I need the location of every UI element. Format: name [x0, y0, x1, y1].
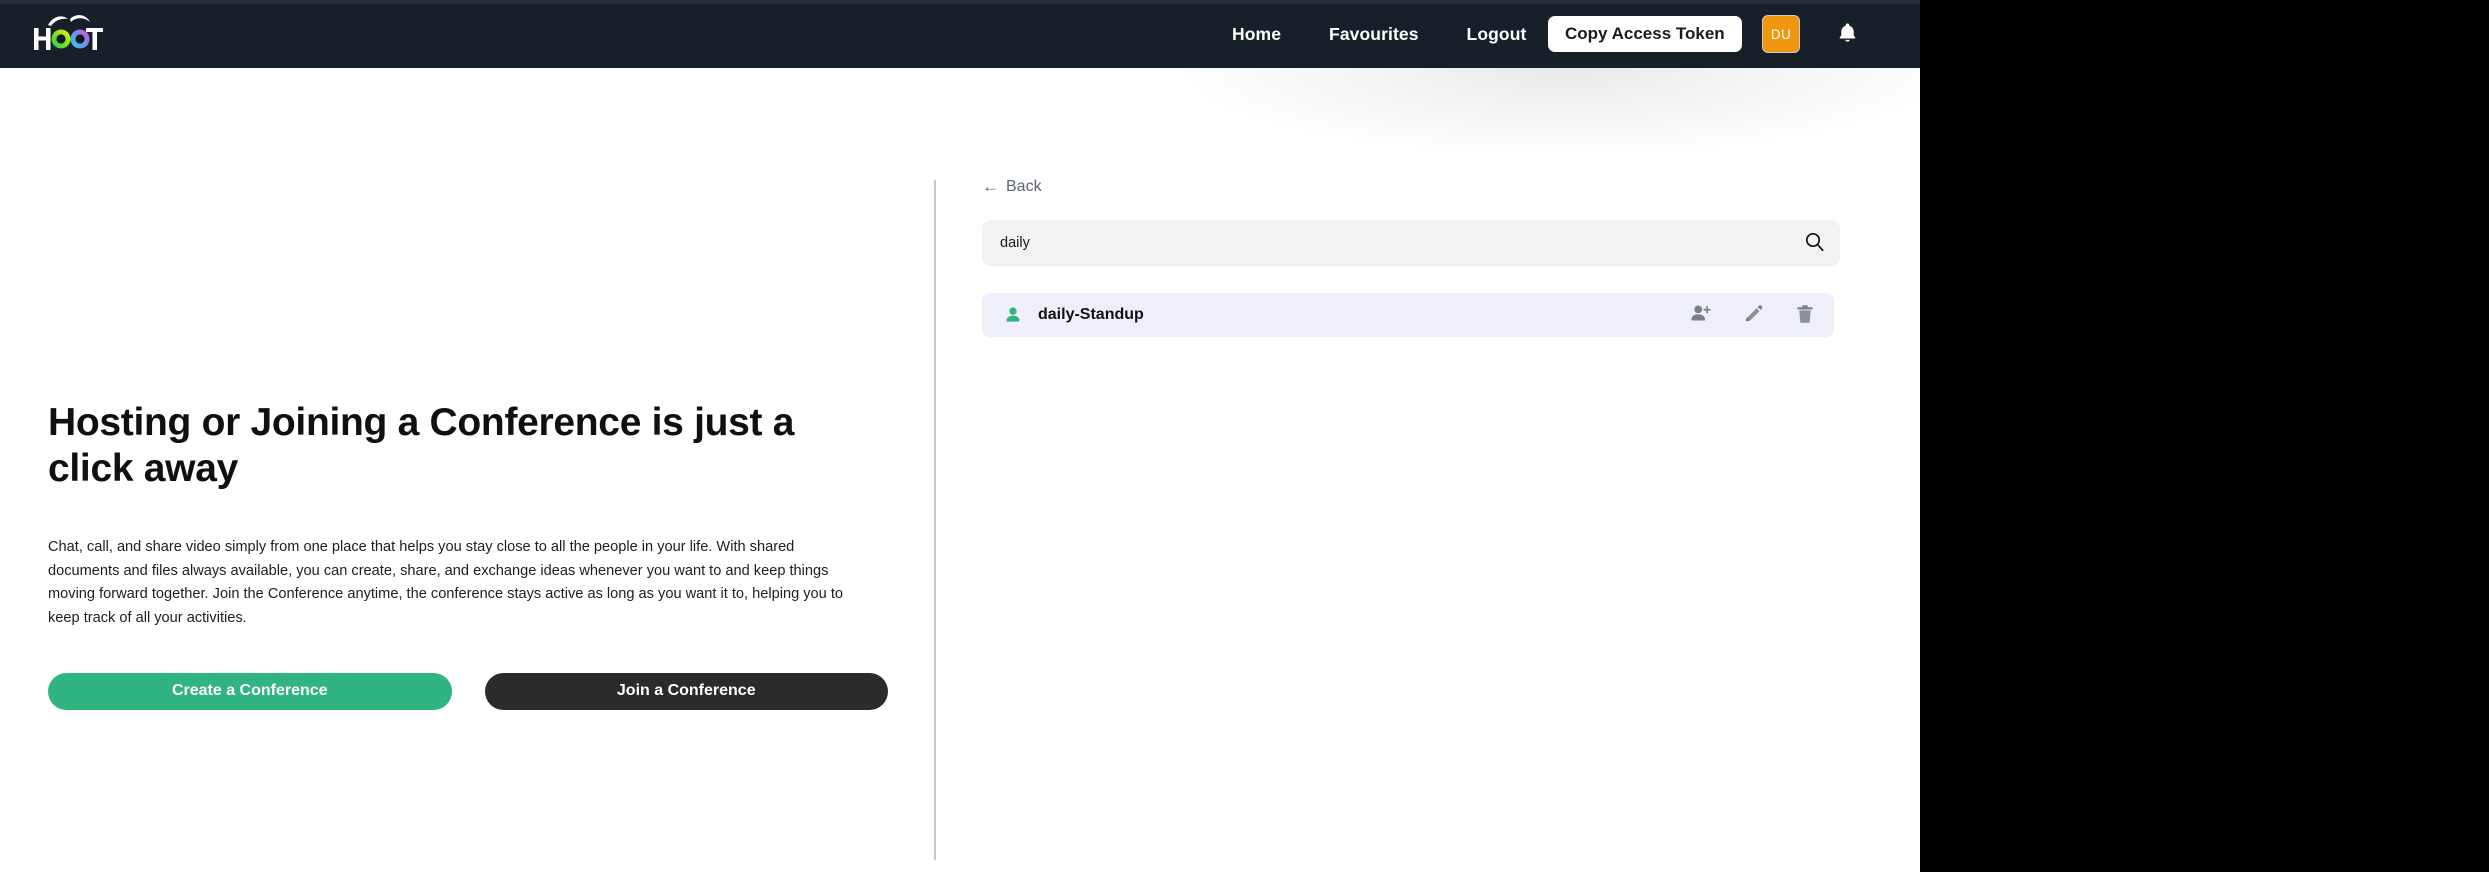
pencil-icon	[1743, 304, 1763, 327]
join-conference-button[interactable]: Join a Conference	[484, 672, 888, 710]
back-button-label: Back	[1006, 177, 1042, 195]
bell-icon	[1838, 22, 1857, 46]
conference-result-list: daily-Standup	[982, 293, 1862, 337]
hero-section: Hosting or Joining a Conference is just …	[48, 400, 888, 710]
search-bar	[982, 220, 1840, 266]
copy-access-token-button[interactable]: Copy Access Token	[1548, 16, 1742, 52]
vertical-divider	[934, 180, 936, 860]
create-conference-button[interactable]: Create a Conference	[48, 672, 452, 710]
add-participant-button[interactable]	[1690, 304, 1712, 326]
conference-search-panel: ← Back daily daily-Standup	[982, 178, 1862, 337]
search-button[interactable]	[1801, 230, 1827, 256]
search-icon	[1805, 232, 1824, 254]
hero-actions: Create a Conference Join a Conference	[48, 672, 888, 710]
hero-description: Chat, call, and share video simply from …	[48, 539, 844, 626]
avatar[interactable]: DU	[1762, 15, 1800, 53]
navbar-top-strip	[0, 0, 1920, 4]
delete-conference-button[interactable]	[1794, 304, 1816, 326]
arrow-left-icon: ←	[982, 177, 999, 196]
app-page: Home Favourites Logout Copy Access Token…	[0, 0, 1920, 872]
list-item-actions	[1690, 304, 1816, 326]
hoot-logo[interactable]	[26, 9, 104, 57]
top-navbar: Home Favourites Logout Copy Access Token…	[0, 0, 1920, 68]
page-title: Hosting or Joining a Conference is just …	[48, 401, 795, 491]
nav-link-favourites[interactable]: Favourites	[1329, 24, 1419, 45]
notification-bell-button[interactable]	[1833, 20, 1861, 48]
back-button[interactable]: ← Back	[982, 178, 1042, 195]
nav-link-logout[interactable]: Logout	[1467, 24, 1527, 45]
list-item[interactable]: daily-Standup	[982, 293, 1834, 337]
navbar-links: Home Favourites Logout	[1232, 0, 1526, 68]
edit-conference-button[interactable]	[1742, 304, 1764, 326]
person-icon	[1004, 306, 1022, 324]
person-add-icon	[1690, 304, 1712, 327]
search-input[interactable]	[982, 220, 1840, 266]
list-item-label: daily-Standup	[1038, 306, 1144, 323]
trash-icon	[1796, 304, 1814, 327]
nav-link-home[interactable]: Home	[1232, 24, 1281, 45]
